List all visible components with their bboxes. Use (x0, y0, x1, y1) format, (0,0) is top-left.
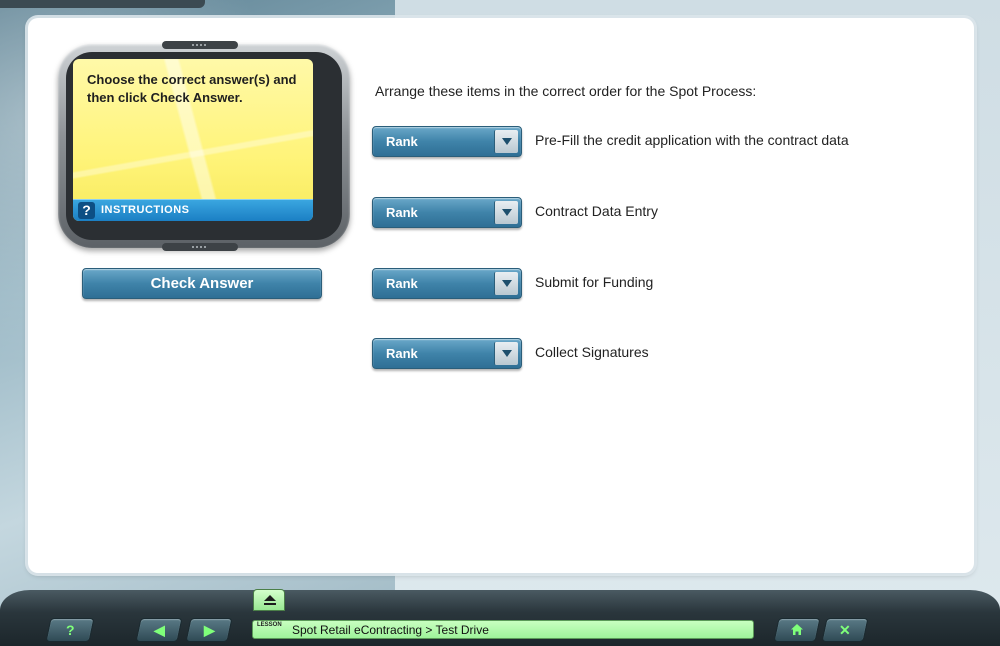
device-top-speaker (162, 41, 238, 49)
lesson-title: Spot Retail eContracting > Test Drive (292, 623, 489, 637)
question-prompt: Arrange these items in the correct order… (375, 83, 757, 99)
forward-arrow-icon: ▶ (203, 622, 215, 638)
eject-icon[interactable] (253, 589, 285, 611)
forward-button[interactable]: ▶ (185, 618, 233, 642)
rank-dropdown-4[interactable]: Rank (372, 338, 522, 369)
device-bottom-speaker (162, 243, 238, 251)
rank-dropdown-label: Rank (386, 346, 418, 361)
instructions-text: Choose the correct answer(s) and then cl… (87, 72, 297, 105)
help-icon: ? (78, 202, 95, 219)
instructions-screen: Choose the correct answer(s) and then cl… (73, 59, 313, 221)
help-button-label: ? (65, 622, 75, 638)
rank-dropdown-label: Rank (386, 134, 418, 149)
rank-dropdown-3[interactable]: Rank (372, 268, 522, 299)
back-button[interactable]: ◀ (135, 618, 183, 642)
help-button[interactable]: ? (45, 618, 95, 642)
instructions-label: INSTRUCTIONS (101, 204, 190, 216)
home-icon (790, 619, 804, 641)
home-button[interactable] (773, 618, 821, 642)
chevron-down-icon[interactable] (494, 272, 518, 295)
instructions-device: Choose the correct answer(s) and then cl… (58, 41, 350, 251)
lesson-title-box: LESSON Spot Retail eContracting > Test D… (252, 620, 754, 639)
rank-row-3: Rank Submit for Funding (372, 268, 932, 300)
chevron-down-icon[interactable] (494, 201, 518, 224)
rank-dropdown-2[interactable]: Rank (372, 197, 522, 228)
back-arrow-icon: ◀ (153, 622, 165, 638)
check-answer-button[interactable]: Check Answer (82, 268, 322, 299)
lesson-tag: LESSON (257, 622, 282, 628)
rank-item-text: Pre-Fill the credit application with the… (535, 132, 849, 148)
chevron-down-icon[interactable] (494, 130, 518, 153)
rank-row-2: Rank Contract Data Entry (372, 197, 932, 229)
top-left-tab (0, 0, 205, 8)
rank-dropdown-label: Rank (386, 276, 418, 291)
rank-dropdown-label: Rank (386, 205, 418, 220)
rank-row-4: Rank Collect Signatures (372, 338, 932, 370)
rank-item-text: Contract Data Entry (535, 203, 658, 219)
rank-item-text: Submit for Funding (535, 274, 654, 290)
rank-row-1: Rank Pre-Fill the credit application wit… (372, 126, 932, 158)
instructions-bar: ? INSTRUCTIONS (73, 199, 313, 221)
rank-dropdown-1[interactable]: Rank (372, 126, 522, 157)
rank-item-text: Collect Signatures (535, 344, 649, 360)
close-icon: ✕ (839, 622, 851, 638)
chevron-down-icon[interactable] (494, 342, 518, 365)
close-button[interactable]: ✕ (821, 618, 869, 642)
